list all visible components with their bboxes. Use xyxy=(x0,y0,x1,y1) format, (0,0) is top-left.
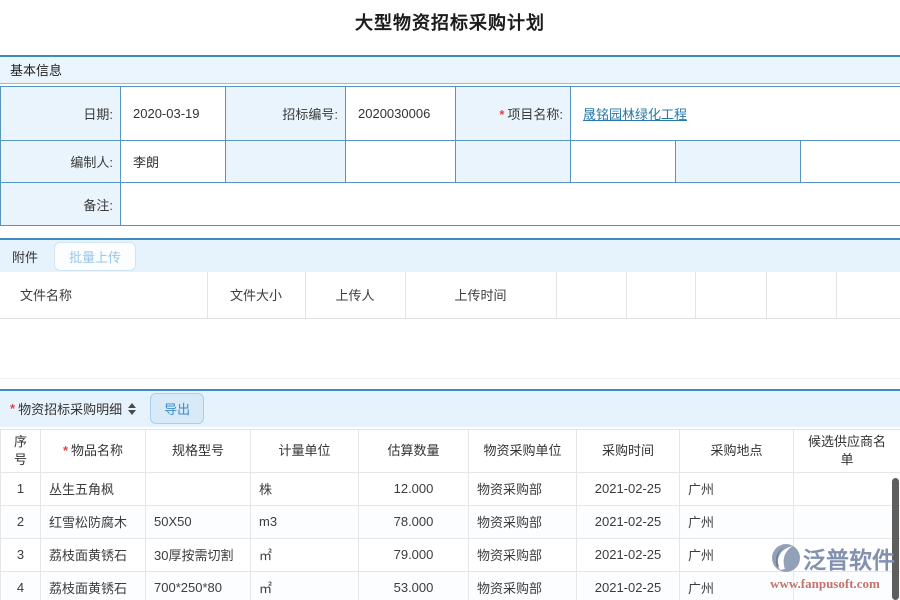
detail-cell: 物资采购部 xyxy=(469,505,577,538)
empty-value-cell xyxy=(346,141,456,183)
detail-cell xyxy=(794,472,900,505)
basic-info-section: 基本信息 日期: 2020-03-19 招标编号: 2020030006 *项目… xyxy=(0,55,900,226)
author-value: 李朗 xyxy=(121,141,226,183)
detail-cell: 丛生五角枫 xyxy=(41,472,146,505)
detail-column-header: 计量单位 xyxy=(251,429,359,472)
detail-column-header: 序号 xyxy=(1,429,41,472)
sort-updown-icon[interactable] xyxy=(128,403,136,415)
detail-column-header: 估算数量 xyxy=(359,429,469,472)
detail-column-header: 采购时间 xyxy=(577,429,680,472)
detail-cell: 株 xyxy=(251,472,359,505)
detail-column-header: 采购地点 xyxy=(680,429,794,472)
detail-cell: 1 xyxy=(1,472,41,505)
brand-url: www.fanpusoft.com xyxy=(755,576,895,592)
detail-cell xyxy=(146,472,251,505)
bid-number-value: 2020030006 xyxy=(346,87,456,141)
form-row-2: 编制人: 李朗 xyxy=(1,141,900,183)
empty-value-cell xyxy=(801,141,900,183)
detail-cell: 荔枝面黄锈石 xyxy=(41,538,146,571)
export-button[interactable]: 导出 xyxy=(150,393,204,424)
detail-cell: 2 xyxy=(1,505,41,538)
bid-number-label: 招标编号: xyxy=(226,87,346,141)
detail-cell: 50X50 xyxy=(146,505,251,538)
brand-watermark: 泛普软件 www.fanpusoft.com xyxy=(755,541,895,592)
attachments-title: 附件 xyxy=(12,247,38,266)
empty-label-cell xyxy=(676,141,801,183)
empty-label-cell xyxy=(456,141,571,183)
attachment-column-header: 文件名称 xyxy=(0,272,207,318)
attachment-column-header-empty xyxy=(766,272,836,318)
author-label: 编制人: xyxy=(1,141,121,183)
attachments-header-row: 文件名称文件大小上传人上传时间 xyxy=(0,272,900,318)
required-asterisk: * xyxy=(10,401,15,416)
detail-cell: 700*250*80 xyxy=(146,571,251,600)
batch-upload-button[interactable]: 批量上传 xyxy=(54,242,136,271)
detail-cell: ㎡ xyxy=(251,538,359,571)
brand-name: 泛普软件 xyxy=(803,541,895,575)
detail-cell: 红雪松防腐木 xyxy=(41,505,146,538)
required-asterisk: * xyxy=(63,443,68,458)
attachment-column-header: 上传时间 xyxy=(405,272,556,318)
detail-cell: 2021-02-25 xyxy=(577,505,680,538)
detail-cell: 物资采购部 xyxy=(469,538,577,571)
detail-row[interactable]: 1丛生五角枫 株12.000物资采购部2021-02-25广州 xyxy=(1,472,900,505)
detail-cell: 3 xyxy=(1,538,41,571)
remark-label: 备注: xyxy=(1,183,121,226)
detail-cell: 广州 xyxy=(680,472,794,505)
project-name-link[interactable]: 晟铭园林绿化工程 xyxy=(583,107,687,122)
empty-value-cell xyxy=(571,141,676,183)
detail-cell: 78.000 xyxy=(359,505,469,538)
detail-cell: 2021-02-25 xyxy=(577,571,680,600)
attachments-section-header: 附件 批量上传 xyxy=(0,240,900,272)
detail-column-header: 候选供应商名单 xyxy=(794,429,900,472)
remark-value xyxy=(121,183,900,226)
project-name-cell: 晟铭园林绿化工程 xyxy=(571,87,900,141)
detail-cell xyxy=(794,505,900,538)
project-name-label-text: 项目名称: xyxy=(507,107,563,122)
detail-cell: 广州 xyxy=(680,505,794,538)
detail-section-header: * 物资招标采购明细 导出 xyxy=(0,391,900,427)
date-label: 日期: xyxy=(1,87,121,141)
attachment-column-header-empty xyxy=(836,272,900,318)
attachment-column-header-empty xyxy=(626,272,695,318)
date-value: 2020-03-19 xyxy=(121,87,226,141)
detail-cell: 物资采购部 xyxy=(469,472,577,505)
detail-cell: 2021-02-25 xyxy=(577,538,680,571)
attachment-column-header-empty xyxy=(556,272,626,318)
basic-info-section-header: 基本信息 xyxy=(0,57,900,84)
detail-header-row: 序号*物品名称规格型号计量单位估算数量物资采购单位采购时间采购地点候选供应商名单 xyxy=(1,429,900,472)
detail-cell: 79.000 xyxy=(359,538,469,571)
detail-column-header: *物品名称 xyxy=(41,429,146,472)
attachments-section: 附件 批量上传 文件名称文件大小上传人上传时间 xyxy=(0,238,900,379)
detail-row[interactable]: 2红雪松防腐木50X50m378.000物资采购部2021-02-25广州 xyxy=(1,505,900,538)
fanpu-logo-icon xyxy=(771,543,801,573)
project-name-label: *项目名称: xyxy=(456,87,571,141)
detail-column-header: 规格型号 xyxy=(146,429,251,472)
attachments-table: 文件名称文件大小上传人上传时间 xyxy=(0,272,900,319)
empty-label-cell xyxy=(226,141,346,183)
detail-section-title: 物资招标采购明细 xyxy=(18,399,122,418)
required-asterisk: * xyxy=(499,107,504,122)
detail-cell: 物资采购部 xyxy=(469,571,577,600)
detail-cell: 4 xyxy=(1,571,41,600)
basic-info-form: 日期: 2020-03-19 招标编号: 2020030006 *项目名称: 晟… xyxy=(0,86,900,226)
form-row-1: 日期: 2020-03-19 招标编号: 2020030006 *项目名称: 晟… xyxy=(1,87,900,141)
detail-cell: 2021-02-25 xyxy=(577,472,680,505)
detail-cell: ㎡ xyxy=(251,571,359,600)
page-title: 大型物资招标采购计划 xyxy=(0,0,900,55)
attachment-column-header: 文件大小 xyxy=(207,272,305,318)
detail-cell: m3 xyxy=(251,505,359,538)
form-row-3: 备注: xyxy=(1,183,900,226)
attachment-column-header-empty xyxy=(695,272,766,318)
detail-cell: 53.000 xyxy=(359,571,469,600)
detail-cell: 荔枝面黄锈石 xyxy=(41,571,146,600)
detail-cell: 12.000 xyxy=(359,472,469,505)
detail-cell: 30厚按需切割 xyxy=(146,538,251,571)
attachment-column-header: 上传人 xyxy=(305,272,405,318)
detail-column-header: 物资采购单位 xyxy=(469,429,577,472)
attachments-empty-body xyxy=(0,319,900,379)
